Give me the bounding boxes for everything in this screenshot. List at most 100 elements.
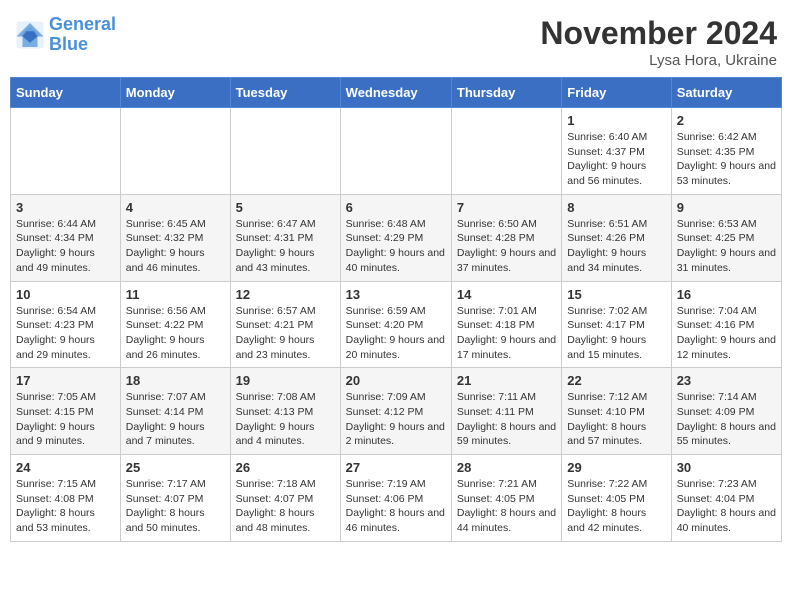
day-info: Sunrise: 6:59 AMSunset: 4:20 PMDaylight:… xyxy=(346,304,446,363)
day-number: 16 xyxy=(677,287,776,302)
logo-general: General xyxy=(49,14,116,34)
day-number: 8 xyxy=(567,200,665,215)
day-number: 25 xyxy=(126,460,225,475)
title-area: November 2024 Lysa Hora, Ukraine xyxy=(540,15,777,69)
day-cell: 5 Sunrise: 6:47 AMSunset: 4:31 PMDaylight… xyxy=(230,194,340,281)
day-number: 11 xyxy=(126,287,225,302)
day-number: 9 xyxy=(677,200,776,215)
day-info: Sunrise: 6:48 AMSunset: 4:29 PMDaylight:… xyxy=(346,217,446,276)
day-cell: 15Sunrise: 7:02 AMSunset: 4:17 PMDayligh… xyxy=(562,281,671,368)
day-info: Sunrise: 7:19 AMSunset: 4:06 PMDaylight:… xyxy=(346,477,446,536)
day-cell: 12 Sunrise: 6:57 AMSunset: 4:21 PMDayligh… xyxy=(230,281,340,368)
day-number: 23 xyxy=(677,373,776,388)
day-info: Sunrise: 7:12 AMSunset: 4:10 PMDaylight:… xyxy=(567,390,665,449)
day-cell: 4Sunrise: 6:45 AMSunset: 4:32 PMDaylight… xyxy=(120,194,230,281)
day-number: 19 xyxy=(236,373,335,388)
day-number: 30 xyxy=(677,460,776,475)
weekday-tuesday: Tuesday xyxy=(230,78,340,108)
day-info: Sunrise: 6:50 AMSunset: 4:28 PMDaylight:… xyxy=(457,217,556,276)
day-info: Sunrise: 7:23 AMSunset: 4:04 PMDaylight:… xyxy=(677,477,776,536)
weekday-saturday: Saturday xyxy=(671,78,781,108)
day-cell: 24 Sunrise: 7:15 AMSunset: 4:08 PMDayligh… xyxy=(11,455,121,542)
day-cell: 6 Sunrise: 6:48 AMSunset: 4:29 PMDaylight… xyxy=(340,194,451,281)
day-cell: 22Sunrise: 7:12 AMSunset: 4:10 PMDayligh… xyxy=(562,368,671,455)
day-info: Sunrise: 6:54 AMSunset: 4:23 PMDaylight:… xyxy=(16,304,115,363)
day-info: Sunrise: 7:14 AMSunset: 4:09 PMDaylight:… xyxy=(677,390,776,449)
weekday-friday: Friday xyxy=(562,78,671,108)
day-info: Sunrise: 7:21 AMSunset: 4:05 PMDaylight:… xyxy=(457,477,556,536)
day-number: 5 xyxy=(236,200,335,215)
day-cell: 1 Sunrise: 6:40 AMSunset: 4:37 PMDaylight… xyxy=(562,108,671,195)
day-number: 14 xyxy=(457,287,556,302)
day-number: 10 xyxy=(16,287,115,302)
day-cell: 10 Sunrise: 6:54 AMSunset: 4:23 PMDayligh… xyxy=(11,281,121,368)
day-number: 29 xyxy=(567,460,665,475)
day-cell: 14 Sunrise: 7:01 AMSunset: 4:18 PMDayligh… xyxy=(451,281,561,368)
logo-text: General Blue xyxy=(49,15,116,55)
day-cell: 20Sunrise: 7:09 AMSunset: 4:12 PMDayligh… xyxy=(340,368,451,455)
day-cell xyxy=(340,108,451,195)
day-info: Sunrise: 6:42 AMSunset: 4:35 PMDaylight:… xyxy=(677,130,776,189)
calendar-table: SundayMondayTuesdayWednesdayThursdayFrid… xyxy=(10,77,782,542)
day-cell: 27Sunrise: 7:19 AMSunset: 4:06 PMDayligh… xyxy=(340,455,451,542)
day-info: Sunrise: 6:51 AMSunset: 4:26 PMDaylight:… xyxy=(567,217,665,276)
day-info: Sunrise: 6:44 AMSunset: 4:34 PMDaylight:… xyxy=(16,217,115,276)
day-info: Sunrise: 6:57 AMSunset: 4:21 PMDaylight:… xyxy=(236,304,335,363)
location-title: Lysa Hora, Ukraine xyxy=(540,52,777,69)
day-number: 13 xyxy=(346,287,446,302)
day-cell: 8 Sunrise: 6:51 AMSunset: 4:26 PMDaylight… xyxy=(562,194,671,281)
day-cell: 23 Sunrise: 7:14 AMSunset: 4:09 PMDayligh… xyxy=(671,368,781,455)
day-number: 12 xyxy=(236,287,335,302)
day-info: Sunrise: 7:08 AMSunset: 4:13 PMDaylight:… xyxy=(236,390,335,449)
day-number: 2 xyxy=(677,113,776,128)
day-number: 26 xyxy=(236,460,335,475)
day-info: Sunrise: 6:40 AMSunset: 4:37 PMDaylight:… xyxy=(567,130,665,189)
weekday-monday: Monday xyxy=(120,78,230,108)
logo-icon xyxy=(15,20,45,50)
calendar-body: 1 Sunrise: 6:40 AMSunset: 4:37 PMDaylight… xyxy=(11,108,782,542)
day-cell: 13 Sunrise: 6:59 AMSunset: 4:20 PMDayligh… xyxy=(340,281,451,368)
day-cell: 19 Sunrise: 7:08 AMSunset: 4:13 PMDayligh… xyxy=(230,368,340,455)
day-number: 28 xyxy=(457,460,556,475)
day-info: Sunrise: 6:56 AMSunset: 4:22 PMDaylight:… xyxy=(126,304,225,363)
day-cell: 9 Sunrise: 6:53 AMSunset: 4:25 PMDaylight… xyxy=(671,194,781,281)
header: General Blue November 2024 Lysa Hora, Uk… xyxy=(10,10,782,69)
day-info: Sunrise: 7:01 AMSunset: 4:18 PMDaylight:… xyxy=(457,304,556,363)
day-info: Sunrise: 7:07 AMSunset: 4:14 PMDaylight:… xyxy=(126,390,225,449)
day-info: Sunrise: 7:05 AMSunset: 4:15 PMDaylight:… xyxy=(16,390,115,449)
day-info: Sunrise: 6:53 AMSunset: 4:25 PMDaylight:… xyxy=(677,217,776,276)
day-number: 17 xyxy=(16,373,115,388)
day-cell: 2 Sunrise: 6:42 AMSunset: 4:35 PMDaylight… xyxy=(671,108,781,195)
day-info: Sunrise: 7:11 AMSunset: 4:11 PMDaylight:… xyxy=(457,390,556,449)
week-row-5: 24 Sunrise: 7:15 AMSunset: 4:08 PMDayligh… xyxy=(11,455,782,542)
day-number: 1 xyxy=(567,113,665,128)
week-row-4: 17 Sunrise: 7:05 AMSunset: 4:15 PMDayligh… xyxy=(11,368,782,455)
calendar-header: SundayMondayTuesdayWednesdayThursdayFrid… xyxy=(11,78,782,108)
day-number: 6 xyxy=(346,200,446,215)
day-info: Sunrise: 7:22 AMSunset: 4:05 PMDaylight:… xyxy=(567,477,665,536)
day-info: Sunrise: 7:09 AMSunset: 4:12 PMDaylight:… xyxy=(346,390,446,449)
day-cell: 29 Sunrise: 7:22 AMSunset: 4:05 PMDayligh… xyxy=(562,455,671,542)
day-cell: 7Sunrise: 6:50 AMSunset: 4:28 PMDaylight… xyxy=(451,194,561,281)
day-cell xyxy=(120,108,230,195)
day-cell: 30 Sunrise: 7:23 AMSunset: 4:04 PMDayligh… xyxy=(671,455,781,542)
weekday-thursday: Thursday xyxy=(451,78,561,108)
day-cell: 28 Sunrise: 7:21 AMSunset: 4:05 PMDayligh… xyxy=(451,455,561,542)
day-info: Sunrise: 6:47 AMSunset: 4:31 PMDaylight:… xyxy=(236,217,335,276)
day-cell: 3Sunrise: 6:44 AMSunset: 4:34 PMDaylight… xyxy=(11,194,121,281)
day-info: Sunrise: 7:18 AMSunset: 4:07 PMDaylight:… xyxy=(236,477,335,536)
week-row-1: 1 Sunrise: 6:40 AMSunset: 4:37 PMDaylight… xyxy=(11,108,782,195)
day-cell: 16Sunrise: 7:04 AMSunset: 4:16 PMDayligh… xyxy=(671,281,781,368)
day-number: 18 xyxy=(126,373,225,388)
day-cell: 26 Sunrise: 7:18 AMSunset: 4:07 PMDayligh… xyxy=(230,455,340,542)
day-cell xyxy=(230,108,340,195)
logo: General Blue xyxy=(15,15,116,55)
week-row-2: 3Sunrise: 6:44 AMSunset: 4:34 PMDaylight… xyxy=(11,194,782,281)
day-info: Sunrise: 6:45 AMSunset: 4:32 PMDaylight:… xyxy=(126,217,225,276)
month-title: November 2024 xyxy=(540,15,777,52)
day-info: Sunrise: 7:15 AMSunset: 4:08 PMDaylight:… xyxy=(16,477,115,536)
weekday-row: SundayMondayTuesdayWednesdayThursdayFrid… xyxy=(11,78,782,108)
day-number: 24 xyxy=(16,460,115,475)
day-info: Sunrise: 7:17 AMSunset: 4:07 PMDaylight:… xyxy=(126,477,225,536)
week-row-3: 10 Sunrise: 6:54 AMSunset: 4:23 PMDayligh… xyxy=(11,281,782,368)
